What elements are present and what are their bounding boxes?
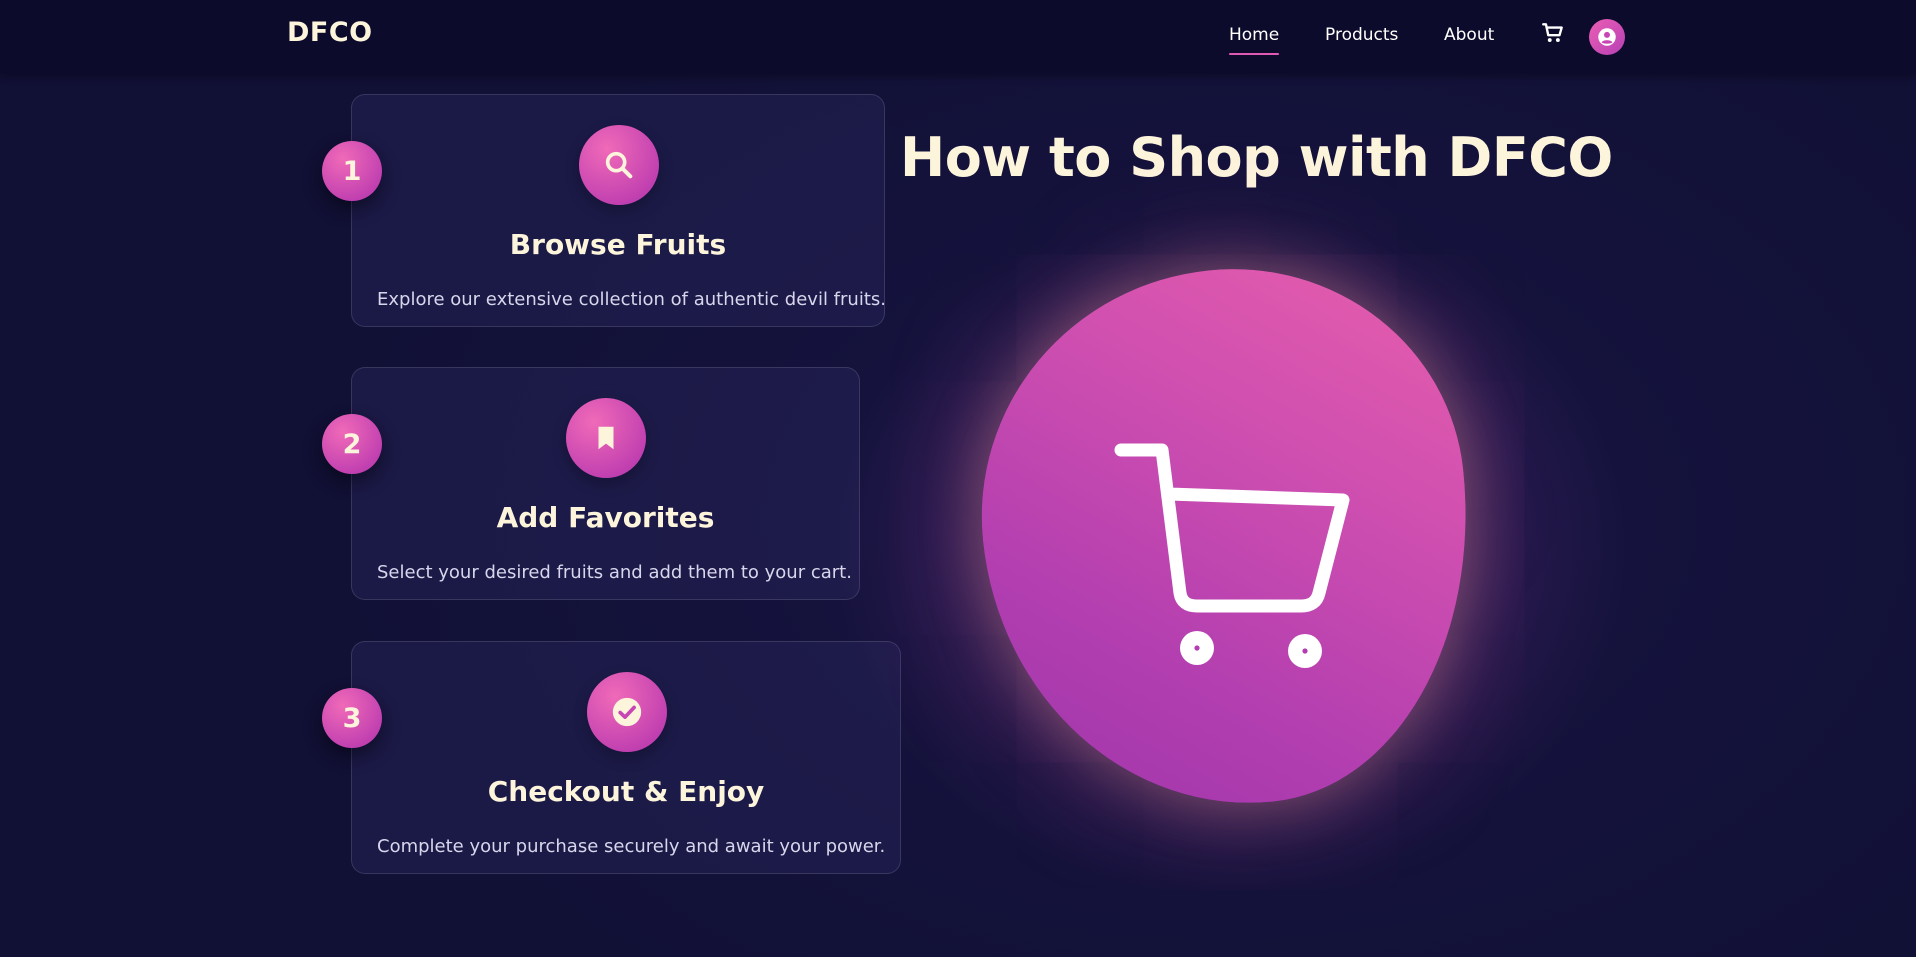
search-icon <box>579 125 659 205</box>
navbar: DFCO Home Products About <box>0 0 1916 74</box>
step-title: Add Favorites <box>496 501 715 534</box>
hero-cart-icon <box>1105 430 1355 670</box>
user-icon <box>1598 28 1616 46</box>
step-number-badge: 1 <box>322 141 382 201</box>
step-card-checkout: Checkout & Enjoy Complete your purchase … <box>351 641 901 874</box>
brand-logo[interactable]: DFCO <box>287 17 373 48</box>
step-number-badge: 3 <box>322 688 382 748</box>
step-title: Browse Fruits <box>509 228 727 261</box>
cart-icon[interactable] <box>1540 20 1566 46</box>
nav-link-home[interactable]: Home <box>1229 25 1280 55</box>
step-card-favorites: Add Favorites Select your desired fruits… <box>351 367 860 600</box>
nav-link-products[interactable]: Products <box>1325 25 1398 45</box>
step-title: Checkout & Enjoy <box>487 775 765 808</box>
page-title: How to Shop with DFCO <box>900 126 1613 189</box>
step-description: Explore our extensive collection of auth… <box>377 289 886 310</box>
step-card-browse: Browse Fruits Explore our extensive coll… <box>351 94 886 327</box>
step-description: Select your desired fruits and add them … <box>377 562 852 583</box>
user-account-button[interactable] <box>1589 19 1625 55</box>
step-description: Complete your purchase securely and awai… <box>377 836 886 857</box>
nav-link-about[interactable]: About <box>1444 25 1494 45</box>
bookmark-icon <box>566 398 646 478</box>
step-number-badge: 2 <box>322 414 382 474</box>
check-circle-icon <box>587 672 667 752</box>
